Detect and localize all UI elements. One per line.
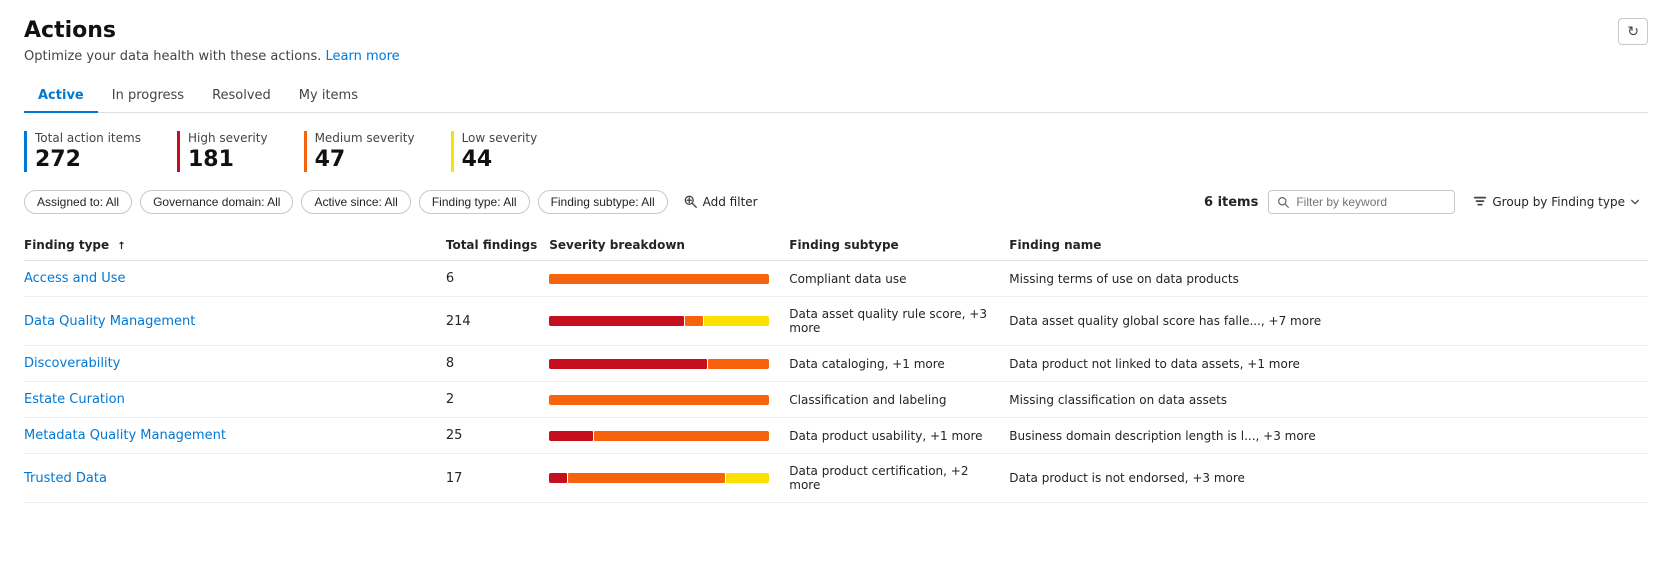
finding-type-link[interactable]: Access and Use	[24, 271, 126, 286]
learn-more-link[interactable]: Learn more	[326, 49, 400, 64]
filter-governance[interactable]: Governance domain: All	[140, 190, 293, 214]
total-findings-cell: 25	[446, 418, 549, 454]
finding-name-cell: Business domain description length is l.…	[1009, 418, 1648, 454]
filter-active-since[interactable]: Active since: All	[301, 190, 410, 214]
tab-my-items[interactable]: My items	[285, 80, 372, 113]
group-by-icon	[1473, 195, 1487, 209]
filter-finding-subtype[interactable]: Finding subtype: All	[538, 190, 668, 214]
finding-subtype-cell: Data product certification, +2 more	[789, 454, 1009, 503]
table-row: Trusted Data 17 Data product certification…	[24, 454, 1648, 503]
finding-subtype-cell: Data asset quality rule score, +3 more	[789, 297, 1009, 346]
page-title: Actions	[24, 18, 1648, 43]
add-filter-label: Add filter	[703, 195, 758, 209]
severity-bar-cell	[549, 346, 789, 382]
finding-name-cell: Missing classification on data assets	[1009, 382, 1648, 418]
table-header-row: Finding type ↑ Total findings Severity b…	[24, 230, 1648, 261]
finding-name-cell: Data asset quality global score has fall…	[1009, 297, 1648, 346]
stat-total: Total action items 272	[24, 131, 141, 172]
col-finding-type[interactable]: Finding type ↑	[24, 230, 446, 261]
filter-finding-type[interactable]: Finding type: All	[419, 190, 530, 214]
add-filter-icon	[684, 195, 698, 209]
group-by-label: Group by Finding type	[1492, 195, 1625, 209]
refresh-button[interactable]: ↻	[1618, 18, 1648, 45]
stats-row: Total action items 272 High severity 181…	[24, 131, 1648, 172]
toolbar-right: 6 items Group by Finding type	[1204, 190, 1648, 214]
bar-segment-red	[549, 316, 684, 326]
filters-row: Assigned to: All Governance domain: All …	[24, 190, 1648, 214]
total-findings-cell: 8	[446, 346, 549, 382]
search-box[interactable]	[1268, 190, 1455, 214]
bar-segment-red	[549, 359, 707, 369]
bar-segment-yellow	[726, 473, 770, 483]
severity-bar	[549, 274, 769, 284]
finding-type-link[interactable]: Discoverability	[24, 356, 120, 371]
bar-segment-orange	[549, 395, 769, 405]
table-row: Metadata Quality Management 25 Data produc…	[24, 418, 1648, 454]
total-findings-cell: 214	[446, 297, 549, 346]
finding-type-link[interactable]: Estate Curation	[24, 392, 125, 407]
severity-bar	[549, 316, 769, 326]
finding-type-link[interactable]: Data Quality Management	[24, 314, 195, 329]
finding-name-cell: Data product is not endorsed, +3 more	[1009, 454, 1648, 503]
table-row: Access and Use 6 Compliant data useMissing…	[24, 261, 1648, 297]
tab-bar: Active In progress Resolved My items	[24, 80, 1648, 113]
tab-in-progress[interactable]: In progress	[98, 80, 198, 113]
table-row: Discoverability 8 Data cataloging, +1 more…	[24, 346, 1648, 382]
total-findings-cell: 2	[446, 382, 549, 418]
col-finding-name[interactable]: Finding name	[1009, 230, 1648, 261]
tab-active[interactable]: Active	[24, 80, 98, 113]
table-row: Estate Curation 2 Classification and label…	[24, 382, 1648, 418]
col-total-findings[interactable]: Total findings	[446, 230, 549, 261]
severity-bar-cell	[549, 454, 789, 503]
finding-name-cell: Data product not linked to data assets, …	[1009, 346, 1648, 382]
stat-low: Low severity 44	[451, 131, 538, 172]
bar-segment-orange	[594, 431, 769, 441]
search-input[interactable]	[1296, 195, 1446, 209]
sort-arrow-icon: ↑	[117, 241, 125, 252]
severity-bar-cell	[549, 261, 789, 297]
page-subtitle: Optimize your data health with these act…	[24, 49, 1648, 64]
items-count: 6 items	[1204, 195, 1258, 210]
search-icon	[1277, 196, 1290, 209]
severity-bar	[549, 473, 769, 483]
add-filter-button[interactable]: Add filter	[676, 191, 766, 213]
col-finding-subtype[interactable]: Finding subtype	[789, 230, 1009, 261]
finding-subtype-cell: Classification and labeling	[789, 382, 1009, 418]
finding-type-link[interactable]: Trusted Data	[24, 471, 107, 486]
group-by-button[interactable]: Group by Finding type	[1465, 191, 1648, 213]
chevron-down-icon	[1630, 197, 1640, 207]
bar-segment-orange	[708, 359, 769, 369]
table-row: Data Quality Management 214 Data asset qua…	[24, 297, 1648, 346]
col-severity-breakdown[interactable]: Severity breakdown	[549, 230, 789, 261]
filter-assigned[interactable]: Assigned to: All	[24, 190, 132, 214]
severity-bar	[549, 359, 769, 369]
bar-segment-orange	[568, 473, 725, 483]
finding-name-cell: Missing terms of use on data products	[1009, 261, 1648, 297]
finding-subtype-cell: Compliant data use	[789, 261, 1009, 297]
severity-bar	[549, 395, 769, 405]
severity-bar	[549, 431, 769, 441]
stat-medium: Medium severity 47	[304, 131, 415, 172]
severity-bar-cell	[549, 297, 789, 346]
finding-subtype-cell: Data cataloging, +1 more	[789, 346, 1009, 382]
finding-subtype-cell: Data product usability, +1 more	[789, 418, 1009, 454]
bar-segment-red	[549, 431, 593, 441]
stat-high: High severity 181	[177, 131, 268, 172]
tab-resolved[interactable]: Resolved	[198, 80, 285, 113]
bar-segment-orange	[685, 316, 702, 326]
severity-bar-cell	[549, 418, 789, 454]
findings-table: Finding type ↑ Total findings Severity b…	[24, 230, 1648, 503]
total-findings-cell: 17	[446, 454, 549, 503]
severity-bar-cell	[549, 382, 789, 418]
bar-segment-red	[549, 473, 566, 483]
bar-segment-orange	[549, 274, 769, 284]
finding-type-link[interactable]: Metadata Quality Management	[24, 428, 226, 443]
total-findings-cell: 6	[446, 261, 549, 297]
bar-segment-yellow	[704, 316, 769, 326]
